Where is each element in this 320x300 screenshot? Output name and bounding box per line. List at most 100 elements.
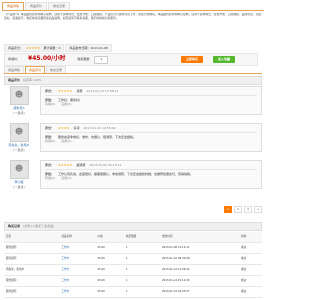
cell-buyer: 服务顾问 bbox=[4, 286, 60, 298]
cell-qty: 1 bbox=[124, 264, 160, 276]
page-link[interactable]: 3 bbox=[244, 206, 252, 213]
review-rating-line: 评分： ★★★★ 好评 2013-01-22 10:55:09 bbox=[45, 126, 257, 130]
cell-product[interactable]: 工作中 bbox=[59, 275, 96, 287]
cell-product[interactable]: 工作中 bbox=[59, 242, 96, 254]
subtab-transactions[interactable]: 成交记录 bbox=[46, 66, 67, 73]
table-row: 服务顾问 工作中 45.00 1 2013-01-14 15:12:43 成功 bbox=[4, 275, 262, 287]
col-buyer: 买家 bbox=[4, 232, 60, 243]
review-rating-label: 评分： bbox=[45, 163, 55, 168]
top-tabs: 商品详情 商品评价 成交记录 bbox=[2, 2, 264, 11]
cell-status: 成功 bbox=[238, 253, 262, 265]
cell-buyer: 周先生，新用户 bbox=[4, 264, 60, 276]
review-item: ☻ 服务员A (一星级) 评分： ★★★★★ 满意 2013-01-15 13:… bbox=[4, 86, 262, 116]
review-card: 评分： ★★★★★ 超满意 2013-02-05 09:10:12 评论： 工作… bbox=[40, 160, 262, 190]
avatar: ☻ bbox=[9, 123, 29, 143]
cell-price: 45.00 bbox=[95, 242, 125, 254]
subtab-detail[interactable]: 商品详情 bbox=[4, 66, 25, 73]
cell-time: 2013-01-10 09:40:28 bbox=[159, 253, 239, 265]
reviewer-level: (一星级) bbox=[13, 185, 25, 190]
review-score-text: 好评 bbox=[73, 126, 80, 131]
col-status: 状态 bbox=[238, 232, 262, 243]
cell-status: 成功 bbox=[238, 264, 262, 276]
quantity-label: 购买数量： bbox=[77, 57, 93, 62]
page-link[interactable]: 2 bbox=[234, 206, 242, 213]
reviewer-level: (一星级) bbox=[13, 148, 25, 153]
review-rating-label: 评分： bbox=[45, 126, 55, 131]
tab-transactions[interactable]: 成交记录 bbox=[48, 2, 71, 10]
date-cell: 商品发布日期：2013-01-08 bbox=[65, 44, 112, 52]
table-row: 服务顾问 工作中 45.00 1 2013-01-08 13:14:11 成功 bbox=[4, 242, 262, 254]
cell-price: 45.00 bbox=[95, 264, 125, 276]
sales-label: 累计销量：0 bbox=[43, 45, 61, 50]
page-root: 商品详情 商品评价 成交记录 【产品简介】本品由优质原料精心配制，适用于多种场合… bbox=[0, 0, 266, 300]
records-table: 买家 商品名称 价格 购买数量 成交时间 状态 服务顾问 工作中 45.00 1… bbox=[4, 232, 262, 298]
reviewer-info: ☻ 周先生，新用户 (一星级) bbox=[4, 123, 34, 152]
star-icon: ★★★★★ bbox=[58, 163, 73, 168]
tab-reviews[interactable]: 商品评价 bbox=[25, 2, 48, 10]
subtab-reviews[interactable]: 商品评价 bbox=[25, 66, 46, 73]
next-page-link[interactable]: > bbox=[254, 206, 262, 213]
col-product: 商品名称 bbox=[59, 232, 96, 243]
table-header-row: 买家 商品名称 价格 购买数量 成交时间 状态 bbox=[4, 232, 262, 243]
cell-qty: 1 bbox=[124, 275, 160, 287]
helpful-button[interactable]: 有用(0) bbox=[45, 139, 55, 143]
helpful-button[interactable]: 有用(0) bbox=[45, 102, 55, 106]
reviewer-name[interactable]: 李小姐 bbox=[14, 180, 23, 184]
reviews-header: 商品评价 好评率 100% bbox=[4, 76, 262, 85]
purchase-box: 商城价： ¥45.00/小时 购买数量： 1 立即购买 加入收藏 bbox=[4, 53, 258, 66]
review-card: 评分： ★★★★★ 满意 2013-01-15 13:58:41 评论： 工作好… bbox=[40, 86, 262, 116]
quantity-input[interactable]: 1 bbox=[94, 55, 109, 64]
cell-product[interactable]: 工作中 bbox=[59, 253, 96, 265]
cell-qty: 1 bbox=[124, 253, 160, 265]
unhelpful-button[interactable]: 没用(0) bbox=[61, 176, 71, 180]
reviewer-level: (一星级) bbox=[13, 111, 25, 116]
cell-qty: 1 bbox=[124, 242, 160, 254]
cell-price: 45.00 bbox=[95, 275, 125, 287]
star-icon: ★★★★ bbox=[58, 126, 70, 131]
table-row: 服务顾问 工作中 45.00 1 2013-01-10 09:40:28 成功 bbox=[4, 253, 262, 265]
reviewer-name[interactable]: 周先生，新用户 bbox=[8, 143, 29, 147]
review-card: 评分： ★★★★ 好评 2013-01-22 10:55:09 评论： 服务态度… bbox=[40, 123, 262, 153]
reviewer-info: ☻ 服务员A (一星级) bbox=[4, 86, 34, 115]
cell-price: 45.00 bbox=[95, 253, 125, 265]
reviews-list: ☻ 服务员A (一星级) 评分： ★★★★★ 满意 2013-01-15 13:… bbox=[4, 86, 262, 197]
unhelpful-button[interactable]: 没用(0) bbox=[61, 139, 71, 143]
records-title: 购买记录 bbox=[8, 224, 21, 229]
review-helpful: 有用(0) 没用(0) bbox=[45, 102, 257, 106]
cell-buyer: 服务顾问 bbox=[4, 253, 60, 265]
col-price: 价格 bbox=[95, 232, 125, 243]
cell-buyer: 服务顾问 bbox=[4, 242, 60, 254]
sub-tabs: 商品详情 商品评价 成交记录 bbox=[4, 66, 262, 74]
tab-product-detail[interactable]: 商品详情 bbox=[2, 2, 25, 10]
page-link[interactable]: 1 bbox=[224, 206, 232, 213]
cell-product[interactable]: 工作中 bbox=[59, 264, 96, 276]
avatar: ☻ bbox=[9, 86, 29, 105]
product-description: 【产品简介】本品由优质原料精心配制，适用于多种场合，使用方便，口感细腻。产品信息… bbox=[4, 13, 262, 20]
col-qty: 购买数量 bbox=[124, 232, 160, 243]
review-score-text: 满意 bbox=[76, 89, 83, 93]
quantity-group: 购买数量： 1 bbox=[77, 55, 109, 64]
info-bar: 商品评分： ★★★★★ 累计销量：0 商品发布日期：2013-01-08 bbox=[4, 44, 190, 52]
cell-time: 2013-01-15 16:03:57 bbox=[159, 286, 239, 298]
star-icon: ★★★★★ bbox=[58, 89, 73, 93]
records-table-wrap: 买家 商品名称 价格 购买数量 成交时间 状态 服务顾问 工作中 45.00 1… bbox=[4, 232, 262, 298]
review-item: ☻ 周先生，新用户 (一星级) 评分： ★★★★ 好评 2013-01-22 1… bbox=[4, 123, 262, 153]
reviews-title: 商品评价 bbox=[8, 78, 21, 83]
add-favorite-button[interactable]: 加入收藏 bbox=[213, 56, 236, 63]
buy-now-button[interactable]: 立即购买 bbox=[181, 56, 204, 63]
rating-stars-icon: ★★★★★ bbox=[26, 45, 41, 50]
cell-qty: 1 bbox=[124, 286, 160, 298]
review-timestamp: 2013-02-05 09:10:12 bbox=[89, 163, 122, 168]
unhelpful-button[interactable]: 没用(0) bbox=[61, 102, 71, 106]
review-timestamp: 2013-01-15 13:58:41 bbox=[86, 89, 119, 93]
cell-time: 2013-01-08 13:14:11 bbox=[159, 242, 239, 254]
review-score-text: 超满意 bbox=[76, 163, 86, 168]
cell-price: 45.00 bbox=[95, 286, 125, 298]
records-header: 购买记录 (共有1人购买了此商品) bbox=[4, 222, 262, 231]
cell-product[interactable]: 工作中 bbox=[59, 286, 96, 298]
helpful-button[interactable]: 有用(0) bbox=[45, 176, 55, 180]
reviewer-name[interactable]: 服务员A bbox=[13, 106, 24, 110]
cell-status: 成功 bbox=[238, 286, 262, 298]
review-rating-line: 评分： ★★★★★ 满意 2013-01-15 13:58:41 bbox=[45, 89, 257, 93]
rating-cell: 商品评分： ★★★★★ 累计销量：0 bbox=[4, 44, 65, 52]
